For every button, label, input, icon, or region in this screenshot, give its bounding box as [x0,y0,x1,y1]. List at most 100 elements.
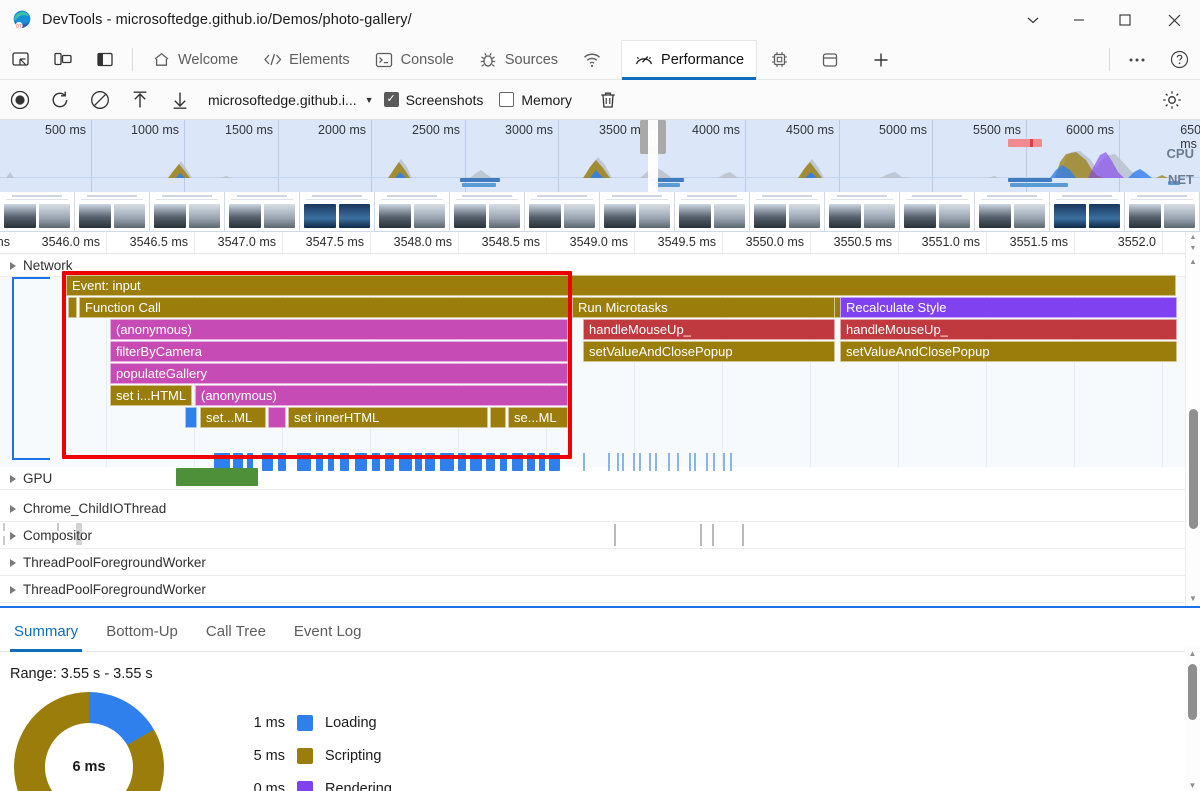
filmstrip-frame[interactable] [525,192,600,231]
gear-icon[interactable] [1152,80,1192,120]
filmstrip-frame[interactable] [1125,192,1200,231]
details-tab-event-log[interactable]: Event Log [280,623,376,651]
flame-bar[interactable]: set innerHTML [288,407,488,428]
upload-profile-icon[interactable] [120,80,160,120]
tracks-vertical-scrollbar[interactable]: ▲ ▼ [1185,254,1200,606]
tab-welcome[interactable]: Welcome [139,40,250,79]
track-row-threadpool-2[interactable]: ThreadPoolForegroundWorker [0,576,1200,603]
maximize-icon[interactable] [1102,0,1148,40]
gpu-activity-bar[interactable] [176,468,258,486]
filmstrip-frame[interactable] [150,192,225,231]
tab-performance[interactable]: Performance [621,40,758,80]
filmstrip-frame[interactable] [1050,192,1125,231]
filmstrip-frame[interactable] [75,192,150,231]
flame-bar[interactable]: handleMouseUp_ [583,319,835,340]
track-header[interactable]: ThreadPoolForegroundWorker [10,549,206,576]
chevron-right-icon[interactable] [10,474,16,483]
filmstrip-frame[interactable] [300,192,375,231]
main-thread-flame-chart[interactable]: Event: input Function Call (anonymous) Run … [0,275,1200,471]
track-header[interactable]: Chrome_ChildIOThread [10,495,166,522]
flame-bar[interactable]: filterByCamera [110,341,568,362]
filmstrip-frame[interactable] [900,192,975,231]
reload-and-record-icon[interactable] [40,80,80,120]
details-tab-summary[interactable]: Summary [0,623,92,652]
chevron-down-icon[interactable]: ▼ [365,95,374,105]
track-header[interactable]: Network [10,254,73,277]
more-options-icon[interactable] [1116,40,1158,79]
track-header[interactable]: Compositor [10,522,92,549]
timeline-tracks[interactable]: Network Event: input Function Call (anonym… [0,254,1200,606]
add-panel-button[interactable] [859,40,903,79]
scroll-down-arrow-icon[interactable]: ▼ [1185,778,1200,791]
track-header[interactable]: ThreadPoolForegroundWorker [10,576,206,603]
flame-bar-sliver[interactable] [68,297,77,318]
flame-bar[interactable]: setValueAndClosePopup [840,341,1177,362]
flame-bar-sliver[interactable] [490,407,506,428]
overview-selection-window[interactable] [648,120,658,192]
filmstrip-frame[interactable] [600,192,675,231]
filmstrip-frame[interactable] [675,192,750,231]
filmstrip-frame[interactable] [225,192,300,231]
track-row-gpu[interactable]: GPU [0,467,1200,490]
scroll-down-arrow-icon[interactable]: ▼ [1186,591,1200,606]
track-row-compositor[interactable]: Compositor [0,522,1200,549]
filmstrip-track[interactable] [0,192,1200,232]
filmstrip-frame[interactable] [750,192,825,231]
dock-side-icon[interactable] [84,40,126,79]
tab-application[interactable] [808,40,859,79]
scrollbar-thumb[interactable] [1188,664,1197,720]
timeline-overview[interactable]: 500 ms 1000 ms 1500 ms 2000 ms 2500 ms 3000 m… [0,120,1200,192]
trash-icon[interactable] [588,80,628,120]
inspect-icon[interactable] [0,40,42,79]
flame-bar[interactable]: populateGallery [110,363,568,384]
track-header[interactable]: GPU [10,467,52,490]
chevron-right-icon[interactable] [10,261,16,270]
scroll-up-arrow-icon[interactable]: ▲ [1185,646,1200,661]
track-row-childiothread[interactable]: Chrome_ChildIOThread [0,495,1200,522]
chevron-down-icon[interactable] [1010,0,1056,40]
filmstrip-frame[interactable] [375,192,450,231]
flame-bar[interactable]: Run Microtasks [572,297,835,318]
details-tab-call-tree[interactable]: Call Tree [192,623,280,651]
chevron-right-icon[interactable] [10,504,16,513]
track-header[interactable]: ThreadPoolForegroundWorker [10,603,206,606]
screenshots-checkbox[interactable]: Screenshots [383,92,483,108]
flame-bar-sliver[interactable] [185,407,197,428]
scroll-down-arrow-icon[interactable]: ▼ [1186,243,1200,254]
tab-elements[interactable]: Elements [250,40,361,79]
tab-console[interactable]: Console [362,40,466,79]
flame-bar[interactable]: setValueAndClosePopup [583,341,835,362]
ruler-scroll-controls[interactable]: ▲ ▼ [1185,232,1200,254]
minimize-icon[interactable] [1056,0,1102,40]
flame-bar[interactable]: Recalculate Style [840,297,1177,318]
details-tabbar[interactable]: Summary Bottom-Up Call Tree Event Log [0,608,1200,652]
flame-bar[interactable]: handleMouseUp_ [840,319,1177,340]
close-icon[interactable] [1148,0,1200,40]
track-row-threadpool-1[interactable]: ThreadPoolForegroundWorker [0,549,1200,576]
summary-vertical-scrollbar[interactable]: ▲ ▼ [1185,646,1200,791]
scroll-up-arrow-icon[interactable]: ▲ [1186,254,1200,269]
tab-sources[interactable]: Sources [466,40,570,79]
tab-network[interactable] [570,40,621,79]
filmstrip-frame[interactable] [0,192,75,231]
flame-bar[interactable]: (anonymous) [110,319,568,340]
chevron-right-icon[interactable] [10,531,16,540]
filmstrip-frame[interactable] [825,192,900,231]
flame-bar[interactable]: set i...HTML [110,385,192,406]
clear-icon[interactable] [80,80,120,120]
flame-bar[interactable]: Event: input [66,275,1176,296]
help-icon[interactable] [1158,40,1200,79]
flame-bar[interactable]: se...ML [508,407,568,428]
tab-memory[interactable] [757,40,808,79]
scroll-up-arrow-icon[interactable]: ▲ [1186,232,1200,243]
download-profile-icon[interactable] [160,80,200,120]
chevron-right-icon[interactable] [10,585,16,594]
track-row-network[interactable]: Network [0,254,1200,277]
chevron-right-icon[interactable] [10,558,16,567]
record-icon[interactable] [0,80,40,120]
scrollbar-thumb[interactable] [1189,409,1198,529]
flame-bar[interactable]: (anonymous) [195,385,568,406]
flame-bar-sliver[interactable] [268,407,286,428]
details-tab-bottom-up[interactable]: Bottom-Up [92,623,192,651]
flame-bar[interactable]: set...ML [200,407,266,428]
